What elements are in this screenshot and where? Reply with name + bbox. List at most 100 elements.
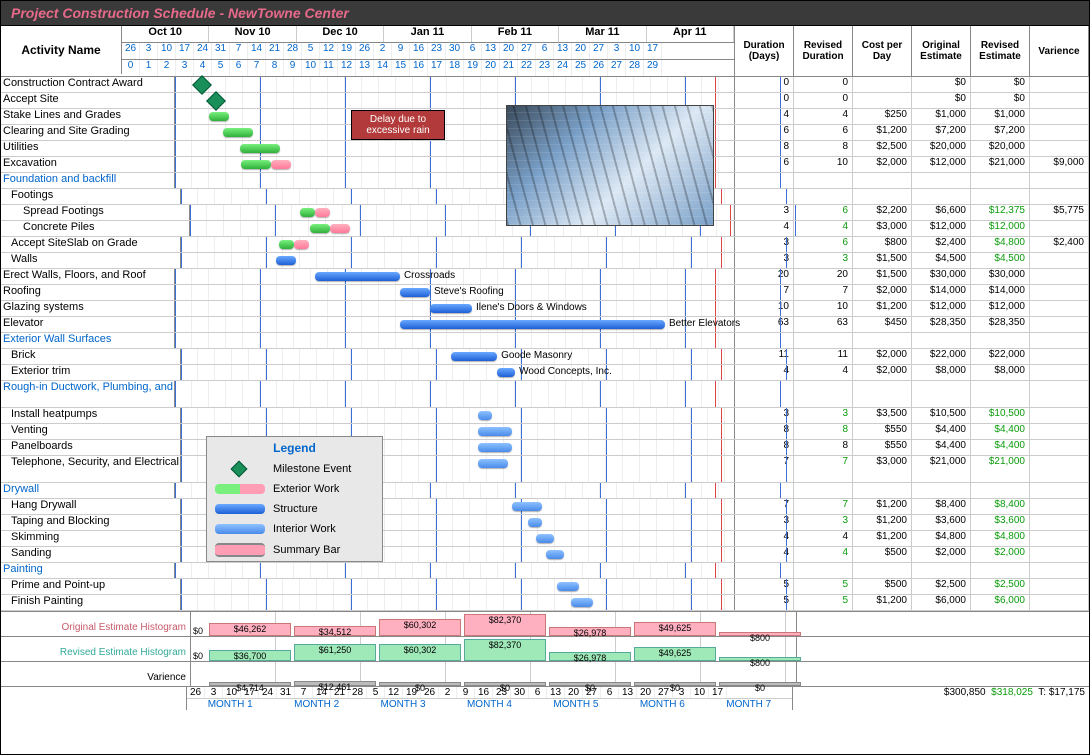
month-header: Feb 11 <box>472 26 559 42</box>
cell-re: $12,375 <box>971 205 1030 220</box>
task-row[interactable]: Accept SiteSlab on Grade36$800$2,400$4,8… <box>1 237 1089 253</box>
task-row[interactable]: RoofingSteve's Roofing77$2,000$14,000$14… <box>1 285 1089 301</box>
task-bar[interactable] <box>310 224 330 233</box>
task-row[interactable]: Rough-in Ductwork, Plumbing, and Electri… <box>1 381 1089 408</box>
task-bar[interactable] <box>300 208 315 217</box>
task-bar[interactable] <box>430 304 472 313</box>
task-row[interactable]: BrickGoode Masonry1111$2,000$22,000$22,0… <box>1 349 1089 365</box>
cell-dur <box>735 483 794 498</box>
task-bar[interactable] <box>400 288 430 297</box>
task-row[interactable]: Painting <box>1 563 1089 579</box>
cell-rev: 7 <box>794 456 853 482</box>
task-bar[interactable] <box>497 368 515 377</box>
cell-rev: 4 <box>794 109 853 124</box>
cell-rev <box>794 173 853 188</box>
cell-re: $0 <box>971 77 1030 92</box>
index-header: 16 <box>410 60 428 76</box>
cell-dur: 11 <box>735 349 794 364</box>
task-bar[interactable] <box>315 272 400 281</box>
cell-oe: $2,400 <box>912 237 971 252</box>
task-row[interactable]: Install heatpumps33$3,500$10,500$10,500 <box>1 408 1089 424</box>
cell-var <box>1030 285 1089 300</box>
cell-dur: 4 <box>735 365 794 380</box>
gantt-cell: Better Elevators <box>175 317 735 332</box>
task-bar[interactable] <box>276 256 296 265</box>
histogram-bar: $49,625 <box>634 647 716 661</box>
task-row[interactable]: Exterior Wall Surfaces <box>1 333 1089 349</box>
task-row[interactable]: Telephone, Security, and Electrical Wiri… <box>1 456 1089 483</box>
task-bar[interactable] <box>536 534 554 543</box>
gantt-cell: Goode Masonry <box>181 349 735 364</box>
cell-re: $20,000 <box>971 141 1030 156</box>
task-row[interactable]: Construction Contract Award00$0$0 <box>1 77 1089 93</box>
task-row[interactable]: Finish Painting55$1,200$6,000$6,000 <box>1 595 1089 611</box>
task-row[interactable]: Taping and Blocking33$1,200$3,600$3,600 <box>1 515 1089 531</box>
task-row[interactable]: Drywall <box>1 483 1089 499</box>
task-bar[interactable] <box>209 112 229 121</box>
task-bar[interactable] <box>528 518 542 527</box>
cell-var: $9,000 <box>1030 157 1089 172</box>
cell-var <box>1030 440 1089 455</box>
task-bar[interactable] <box>557 582 579 591</box>
gantt-cell <box>181 253 735 268</box>
histogram-bar: $60,302 <box>379 644 461 661</box>
cell-dur: 7 <box>735 456 794 482</box>
task-bar[interactable] <box>478 459 508 468</box>
task-row[interactable]: Hang Drywall77$1,200$8,400$8,400 <box>1 499 1089 515</box>
cell-re: $22,000 <box>971 349 1030 364</box>
task-bar[interactable] <box>241 160 271 169</box>
task-row[interactable]: Walls33$1,500$4,500$4,500 <box>1 253 1089 269</box>
histogram-bar: $800 <box>719 632 801 636</box>
task-bar[interactable] <box>512 502 542 511</box>
cell-cpd: $500 <box>853 547 912 562</box>
month-header: Apr 11 <box>647 26 734 42</box>
cell-cpd: $2,000 <box>853 285 912 300</box>
activity-name: Erect Walls, Floors, and Roof <box>1 269 175 284</box>
task-bar[interactable] <box>571 598 593 607</box>
index-header: 25 <box>572 60 590 76</box>
cell-oe: $12,000 <box>912 301 971 316</box>
task-bar[interactable] <box>240 144 280 153</box>
cell-re: $30,000 <box>971 269 1030 284</box>
task-bar[interactable] <box>546 550 564 559</box>
cell-oe: $12,000 <box>912 221 971 236</box>
task-row[interactable]: Skimming44$1,200$4,800$4,800 <box>1 531 1089 547</box>
cell-oe: $4,500 <box>912 253 971 268</box>
task-row[interactable]: Glazing systemsIlene's Doors & Windows10… <box>1 301 1089 317</box>
task-row[interactable]: Erect Walls, Floors, and RoofCrossroads2… <box>1 269 1089 285</box>
numeric-headers: Duration (Days) Revised Duration Cost pe… <box>735 26 1089 76</box>
task-row[interactable]: ElevatorBetter Elevators6363$450$28,350$… <box>1 317 1089 333</box>
task-bar[interactable] <box>478 427 512 436</box>
day-header: 7 <box>230 43 248 59</box>
day-header: 28 <box>284 43 302 59</box>
cell-dur: 20 <box>735 269 794 284</box>
task-bar[interactable] <box>451 352 497 361</box>
cell-var <box>1030 141 1089 156</box>
cell-rev: 3 <box>794 253 853 268</box>
task-row[interactable]: Exterior trimWood Concepts, Inc.44$2,000… <box>1 365 1089 381</box>
task-bar[interactable] <box>223 128 253 137</box>
total-oe: $300,850 <box>944 687 986 698</box>
task-row[interactable]: Venting88$550$4,400$4,400 <box>1 424 1089 440</box>
task-bar[interactable] <box>478 443 512 452</box>
activity-name: Rough-in Ductwork, Plumbing, and Electri… <box>1 381 175 407</box>
cell-rev: 4 <box>794 531 853 546</box>
cell-cpd <box>853 93 912 108</box>
cell-re: $8,000 <box>971 365 1030 380</box>
task-row[interactable]: Prime and Point-up55$500$2,500$2,500 <box>1 579 1089 595</box>
footer-month-label: MONTH 5 <box>533 699 619 710</box>
task-bar[interactable] <box>478 411 492 420</box>
task-row[interactable]: Panelboards88$550$4,400$4,400 <box>1 440 1089 456</box>
activity-name: Accept Site <box>1 93 175 108</box>
task-bar[interactable] <box>400 320 665 329</box>
activity-name: Accept SiteSlab on Grade <box>1 237 181 252</box>
cell-var <box>1030 483 1089 498</box>
index-header: 0 <box>122 60 140 76</box>
task-row[interactable]: Sanding44$500$2,000$2,000 <box>1 547 1089 563</box>
cell-dur: 3 <box>735 408 794 423</box>
cell-oe: $6,600 <box>912 205 971 220</box>
task-bar[interactable] <box>279 240 294 249</box>
structure-swatch <box>215 504 265 514</box>
cell-cpd: $550 <box>853 440 912 455</box>
bar-label: Goode Masonry <box>501 350 572 361</box>
